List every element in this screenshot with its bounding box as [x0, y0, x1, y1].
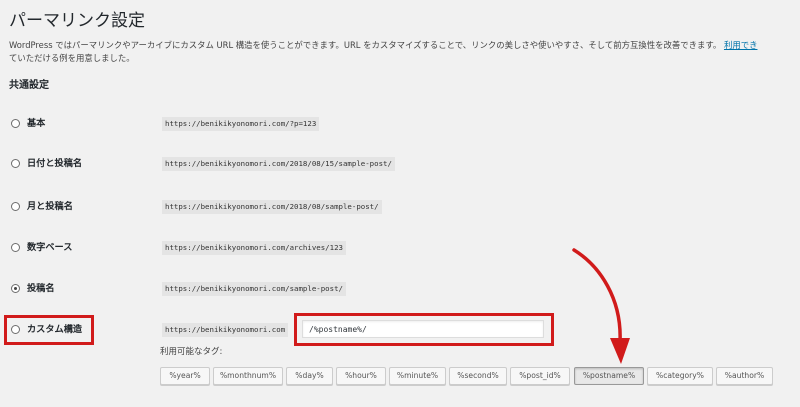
option-label: 日付と投稿名 [27, 158, 83, 169]
option-label: 月と投稿名 [27, 201, 73, 212]
permalink-option-month-name[interactable]: 月と投稿名 https://benikikyonomori.com/2018/0… [11, 199, 431, 215]
tag-button-hour[interactable]: %hour% [336, 367, 386, 385]
example-url: https://benikikyonomori.com/2018/08/15/s… [162, 157, 395, 171]
example-url: https://benikikyonomori.com/2018/08/samp… [162, 200, 382, 214]
radio-basic[interactable] [11, 119, 20, 128]
page-description: WordPress ではパーマリンクやアーカイブにカスタム URL 構造を使うこ… [9, 39, 800, 65]
annotation-highlight-structure-input [294, 313, 554, 346]
help-link[interactable]: 利用でき [724, 40, 758, 50]
tag-button-minute[interactable]: %minute% [389, 367, 446, 385]
example-url: https://benikikyonomori.com/sample-post/ [162, 282, 346, 296]
example-url: https://benikikyonomori.com/archives/123 [162, 241, 346, 255]
annotation-arrow [572, 248, 630, 364]
permalink-option-numeric[interactable]: 数字ベース https://benikikyonomori.com/archiv… [11, 240, 431, 256]
tag-button-post-id[interactable]: %post_id% [510, 367, 570, 385]
tag-button-author[interactable]: %author% [716, 367, 773, 385]
tag-button-day[interactable]: %day% [286, 367, 333, 385]
available-tags-label: 利用可能なタグ: [160, 347, 223, 357]
tag-button-year[interactable]: %year% [160, 367, 210, 385]
radio-day-name[interactable] [11, 159, 20, 168]
page-title: パーマリンク設定 [9, 11, 145, 31]
section-title-common: 共通設定 [9, 80, 49, 91]
permalink-option-day-name[interactable]: 日付と投稿名 https://benikikyonomori.com/2018/… [11, 156, 431, 172]
tag-button-postname[interactable]: %postname% [574, 367, 644, 385]
option-label: 数字ベース [27, 242, 73, 253]
radio-month-name[interactable] [11, 202, 20, 211]
custom-prefix-url: https://benikikyonomori.com [162, 323, 289, 337]
description-text-2: ていただける例を用意しました。 [9, 53, 135, 63]
tag-button-monthnum[interactable]: %monthnum% [213, 367, 283, 385]
radio-post-name[interactable] [11, 284, 20, 293]
permalink-option-post-name[interactable]: 投稿名 https://benikikyonomori.com/sample-p… [11, 281, 431, 297]
radio-numeric[interactable] [11, 243, 20, 252]
example-url: https://benikikyonomori.com/?p=123 [162, 117, 320, 131]
option-label: 基本 [27, 118, 46, 129]
option-label: 投稿名 [27, 283, 55, 294]
tag-button-category[interactable]: %category% [647, 367, 713, 385]
permalink-option-basic[interactable]: 基本 https://benikikyonomori.com/?p=123 [11, 116, 431, 132]
description-text: WordPress ではパーマリンクやアーカイブにカスタム URL 構造を使うこ… [9, 40, 722, 50]
annotation-highlight-custom-label [4, 315, 94, 345]
tag-button-second[interactable]: %second% [449, 367, 507, 385]
